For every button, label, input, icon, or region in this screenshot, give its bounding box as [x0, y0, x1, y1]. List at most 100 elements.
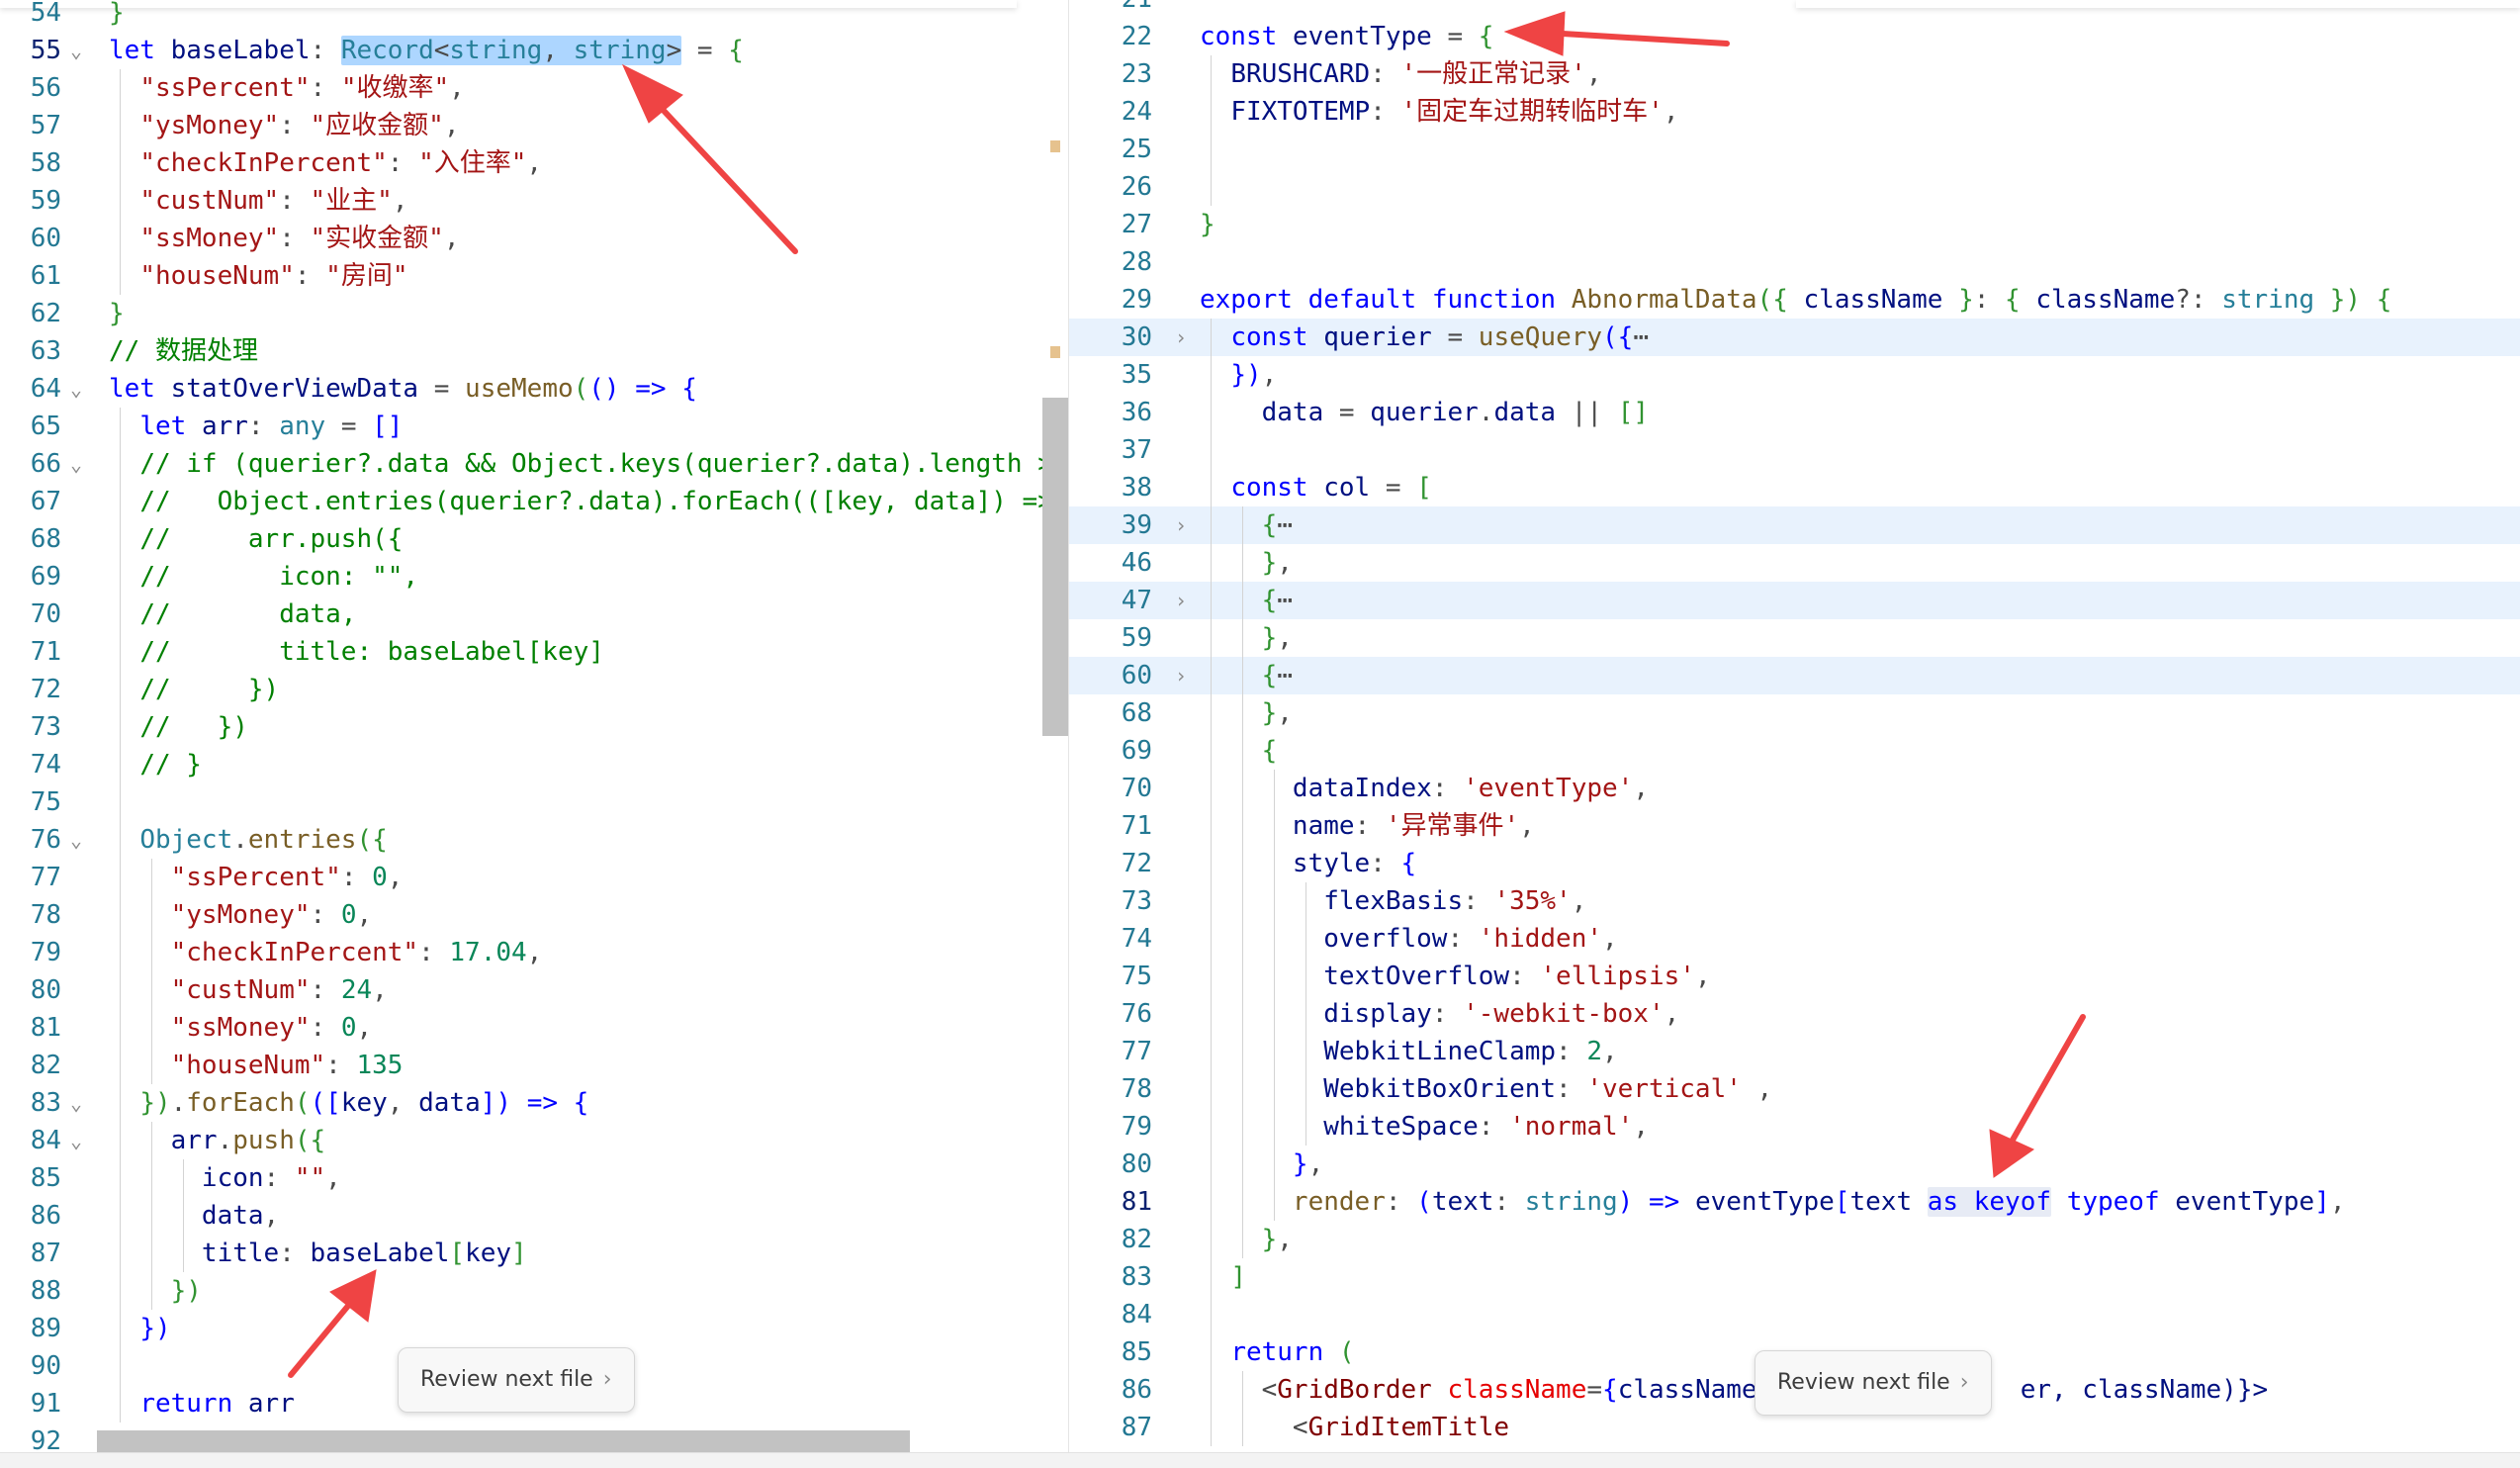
- code-line[interactable]: 29 export default function AbnormalData({…: [1069, 281, 2520, 319]
- code-line[interactable]: 46 },: [1069, 544, 2520, 582]
- code-line[interactable]: 28: [1069, 243, 2520, 281]
- code-line[interactable]: 25: [1069, 131, 2520, 168]
- right-code-lines: 21 22const eventType = { 23 BRUSHCARD: '…: [1069, 0, 2520, 1446]
- code-line[interactable]: 85 icon: "",: [0, 1159, 1068, 1197]
- code-line[interactable]: 70 // data,: [0, 596, 1068, 633]
- line-number: 74: [30, 750, 61, 780]
- code-line[interactable]: 55 ⌄ let baseLabel: Record<string, string>…: [0, 32, 1068, 69]
- code-line[interactable]: 78 "ysMoney": 0,: [0, 896, 1068, 934]
- code-line[interactable]: 36 data = querier.data || []: [1069, 394, 2520, 431]
- code-line[interactable]: 61 "houseNum": "房间": [0, 257, 1068, 295]
- code-line[interactable]: 37: [1069, 431, 2520, 469]
- code-line[interactable]: 59 },: [1069, 619, 2520, 657]
- code-line[interactable]: 88 }): [0, 1272, 1068, 1310]
- code-line[interactable]: 89 }): [0, 1310, 1068, 1347]
- code-line[interactable]: 75: [0, 783, 1068, 821]
- code-line[interactable]: 76 display: '-webkit-box',: [1069, 995, 2520, 1033]
- code-line[interactable]: 23 BRUSHCARD: '一般正常记录',: [1069, 55, 2520, 93]
- code-line[interactable]: 73 flexBasis: '35%',: [1069, 882, 2520, 920]
- code-line[interactable]: 68 },: [1069, 694, 2520, 732]
- code-line[interactable]: 83 ]: [1069, 1258, 2520, 1296]
- code-line[interactable]: 84: [1069, 1296, 2520, 1333]
- code-line[interactable]: 59 "custNum": "业主",: [0, 182, 1068, 220]
- code-line[interactable]: 80 "custNum": 24,: [0, 971, 1068, 1009]
- code-line[interactable]: 58 "checkInPercent": "入住率",: [0, 144, 1068, 182]
- code-line[interactable]: 21: [1069, 0, 2520, 18]
- code-line[interactable]: 80 },: [1069, 1146, 2520, 1183]
- code-line[interactable]: 81 "ssMoney": 0,: [0, 1009, 1068, 1047]
- code-line-folded[interactable]: 39 › {⋯: [1069, 506, 2520, 544]
- line-number: 75: [30, 787, 61, 817]
- code-line[interactable]: 75 textOverflow: 'ellipsis',: [1069, 958, 2520, 995]
- line-number: 92: [30, 1426, 61, 1452]
- code-line[interactable]: 69 // icon: "",: [0, 558, 1068, 596]
- code-line[interactable]: 64 ⌄ let statOverViewData = useMemo(() => …: [0, 370, 1068, 408]
- code-line[interactable]: 76 ⌄ Object.entries({: [0, 821, 1068, 859]
- code-line[interactable]: 74 // }: [0, 746, 1068, 783]
- code-line[interactable]: 82 "houseNum": 135: [0, 1047, 1068, 1084]
- code-line-folded[interactable]: 47 › {⋯: [1069, 582, 2520, 619]
- code-line[interactable]: 56 "ssPercent": "收缴率",: [0, 69, 1068, 107]
- code-line[interactable]: 77 "ssPercent": 0,: [0, 859, 1068, 896]
- review-next-file-button[interactable]: Review next file ›: [1755, 1350, 1992, 1416]
- code-line[interactable]: 72 // }): [0, 671, 1068, 708]
- code-line[interactable]: 24 FIXTOTEMP: '固定车过期转临时车',: [1069, 93, 2520, 131]
- code-line[interactable]: 26: [1069, 168, 2520, 206]
- line-number: 83: [1121, 1262, 1152, 1292]
- line-number: 84: [1121, 1300, 1152, 1330]
- line-number: 77: [30, 863, 61, 892]
- code-line[interactable]: 82 },: [1069, 1221, 2520, 1258]
- code-line-folded[interactable]: 60 › {⋯: [1069, 657, 2520, 694]
- code-line-folded[interactable]: 30 › const querier = useQuery({⋯: [1069, 319, 2520, 356]
- code-line[interactable]: 54}: [0, 0, 1068, 32]
- fold-chevron-icon[interactable]: ⌄: [63, 370, 89, 408]
- code-line[interactable]: 86 data,: [0, 1197, 1068, 1235]
- code-line[interactable]: 66 ⌄ // if (querier?.data && Object.keys(…: [0, 445, 1068, 483]
- expand-chevron-icon[interactable]: ›: [1168, 657, 1194, 694]
- code-line[interactable]: 83 ⌄ }).forEach(([key, data]) => {: [0, 1084, 1068, 1122]
- expand-chevron-icon[interactable]: ›: [1168, 582, 1194, 619]
- code-line[interactable]: 74 overflow: 'hidden',: [1069, 920, 2520, 958]
- code-line[interactable]: 77 WebkitLineClamp: 2,: [1069, 1033, 2520, 1070]
- left-editor-pane[interactable]: 54} 55 ⌄ let baseLabel: Record<string, str…: [0, 0, 1068, 1452]
- code-line[interactable]: 72 style: {: [1069, 845, 2520, 882]
- code-line[interactable]: 79 whiteSpace: 'normal',: [1069, 1108, 2520, 1146]
- code-line[interactable]: 22 const eventType = {: [1069, 18, 2520, 55]
- code-line[interactable]: 68 // arr.push({: [0, 520, 1068, 558]
- code-line[interactable]: 60 "ssMoney": "实收金额",: [0, 220, 1068, 257]
- expand-chevron-icon[interactable]: ›: [1168, 319, 1194, 356]
- code-line[interactable]: 38 const col = [: [1069, 469, 2520, 506]
- code-line[interactable]: 62}: [0, 295, 1068, 332]
- review-next-file-button[interactable]: Review next file ›: [398, 1347, 635, 1413]
- line-number: 47: [1121, 586, 1152, 615]
- code-line[interactable]: 81 render: (text: string) => eventType[t…: [1069, 1183, 2520, 1221]
- code-line[interactable]: 71 // title: baseLabel[key]: [0, 633, 1068, 671]
- code-line[interactable]: 65 let arr: any = []: [0, 408, 1068, 445]
- fold-chevron-icon[interactable]: ⌄: [63, 1084, 89, 1122]
- code-line[interactable]: 70 dataIndex: 'eventType',: [1069, 770, 2520, 807]
- code-line[interactable]: 69 {: [1069, 732, 2520, 770]
- code-line[interactable]: 57 "ysMoney": "应收金额",: [0, 107, 1068, 144]
- right-editor-pane[interactable]: 21 22const eventType = { 23 BRUSHCARD: '…: [1069, 0, 2520, 1452]
- line-number: 65: [30, 412, 61, 441]
- vertical-scrollbar-thumb[interactable]: [1042, 398, 1068, 736]
- code-line[interactable]: 87 title: baseLabel[key]: [0, 1235, 1068, 1272]
- code-line[interactable]: 78 WebkitBoxOrient: 'vertical' ,: [1069, 1070, 2520, 1108]
- line-number: 73: [1121, 886, 1152, 916]
- code-line[interactable]: 35 }),: [1069, 356, 2520, 394]
- expand-chevron-icon[interactable]: ›: [1168, 506, 1194, 544]
- code-line[interactable]: 84 ⌄ arr.push({: [0, 1122, 1068, 1159]
- fold-chevron-icon[interactable]: ⌄: [63, 445, 89, 483]
- code-line[interactable]: 73 // }): [0, 708, 1068, 746]
- fold-chevron-icon[interactable]: ⌄: [63, 1122, 89, 1159]
- code-line[interactable]: 79 "checkInPercent": 17.04,: [0, 934, 1068, 971]
- code-line[interactable]: 71 name: '异常事件',: [1069, 807, 2520, 845]
- fold-chevron-icon[interactable]: ⌄: [63, 32, 89, 69]
- code-line[interactable]: 27}: [1069, 206, 2520, 243]
- horizontal-scrollbar-thumb[interactable]: [97, 1430, 910, 1452]
- status-bar: [0, 1452, 2520, 1468]
- code-line[interactable]: 67 // Object.entries(querier?.data).forE…: [0, 483, 1068, 520]
- overview-ruler-marker: [1050, 346, 1060, 358]
- code-line[interactable]: 63// 数据处理: [0, 332, 1068, 370]
- fold-chevron-icon[interactable]: ⌄: [63, 821, 89, 859]
